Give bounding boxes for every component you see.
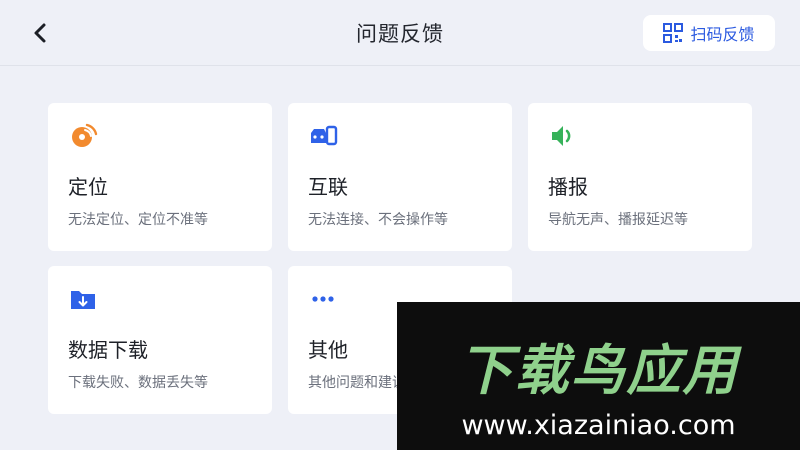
more-dots-icon xyxy=(312,296,334,302)
card-title: 播报 xyxy=(548,175,588,199)
card-description: 其他问题和建议 xyxy=(308,375,406,391)
folder-download-icon xyxy=(71,291,95,309)
car-phone-link-icon xyxy=(311,125,338,146)
scan-feedback-button[interactable]: 扫码反馈 xyxy=(643,15,775,51)
category-card-location[interactable]: 定位 无法定位、定位不准等 xyxy=(48,103,272,251)
qr-code-icon xyxy=(663,23,684,43)
card-title: 定位 xyxy=(68,175,108,199)
card-title: 其他 xyxy=(308,338,348,362)
card-description: 无法连接、不会操作等 xyxy=(308,212,448,228)
card-description: 无法定位、定位不准等 xyxy=(68,212,208,228)
category-card-data-download[interactable]: 数据下载 下载失败、数据丢失等 xyxy=(48,266,272,414)
scan-feedback-label: 扫码反馈 xyxy=(690,25,755,44)
speaker-icon xyxy=(552,126,571,146)
watermark-banner: 下载鸟应用 www.xiazainiao.com xyxy=(397,302,800,450)
location-signal-icon xyxy=(72,123,98,147)
header-bar: 问题反馈 扫码反馈 xyxy=(0,0,800,66)
card-description: 导航无声、播报延迟等 xyxy=(548,212,688,228)
watermark-logo-text: 下载鸟应用 xyxy=(458,339,739,402)
card-title: 数据下载 xyxy=(68,338,148,362)
card-title: 互联 xyxy=(308,175,348,199)
card-description: 下载失败、数据丢失等 xyxy=(68,375,208,391)
watermark-url: www.xiazainiao.com xyxy=(461,410,736,441)
category-card-connection[interactable]: 互联 无法连接、不会操作等 xyxy=(288,103,512,251)
category-card-broadcast[interactable]: 播报 导航无声、播报延迟等 xyxy=(528,103,752,251)
